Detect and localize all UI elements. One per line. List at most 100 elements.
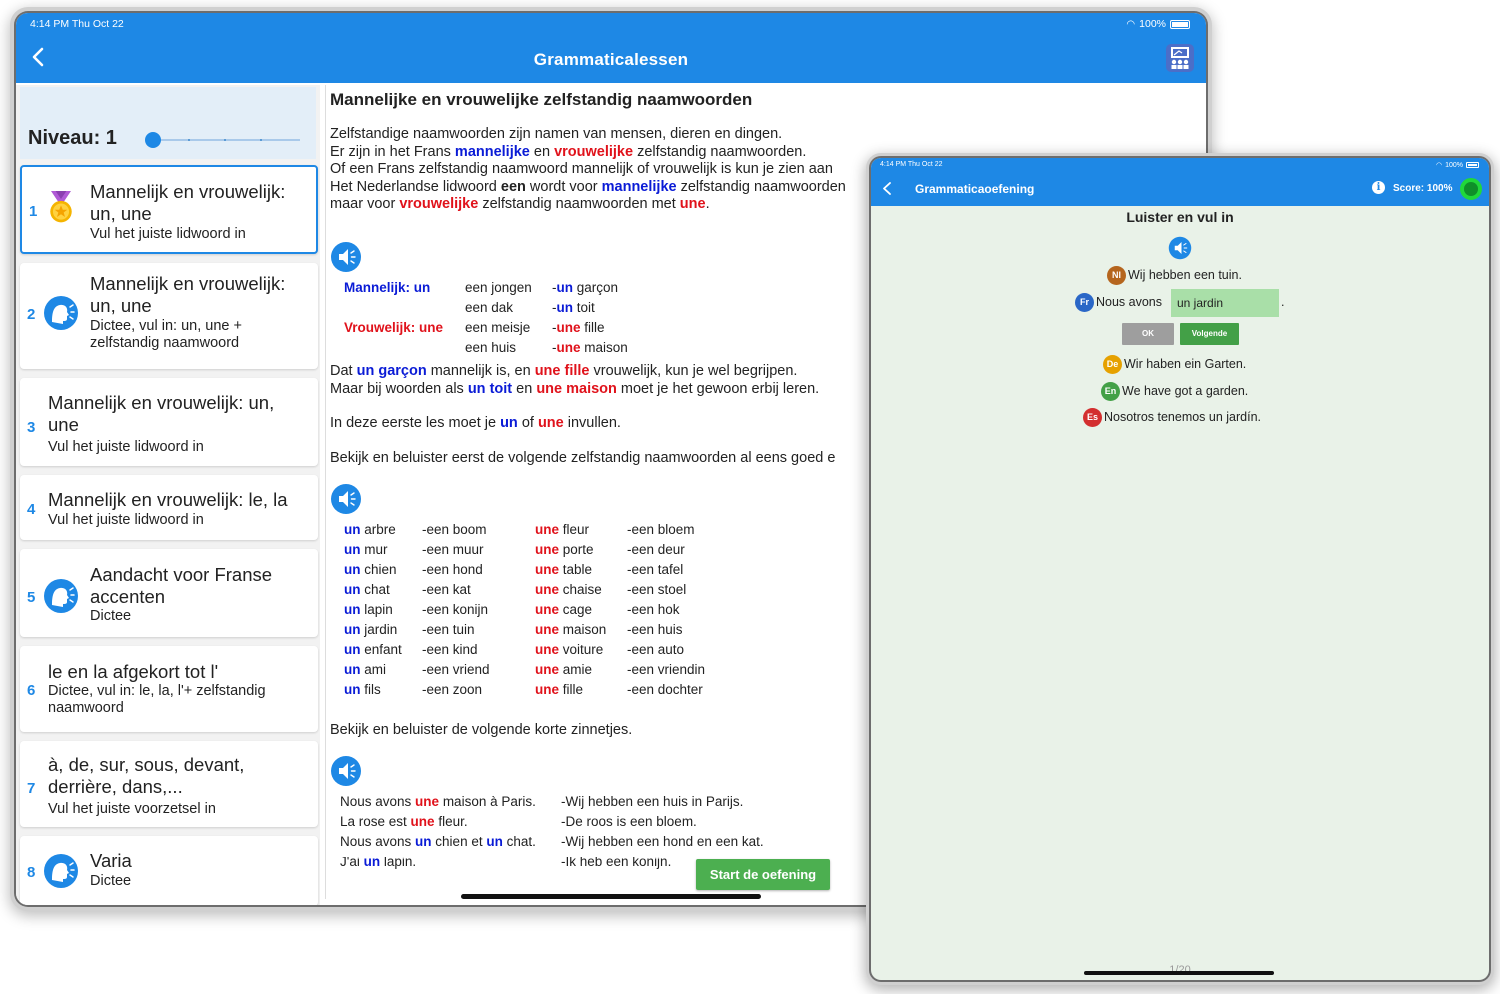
article: un — [344, 682, 361, 697]
vocab-french: une maison — [535, 622, 606, 637]
lesson-item-1[interactable]: 1 Mannelijk en vrouwelijk: un, une Vul h… — [20, 165, 318, 254]
text-masculine: un garçon — [356, 363, 427, 379]
level-slider-track[interactable] — [152, 139, 300, 141]
text: Dat — [330, 363, 357, 379]
vocab-french: un mur — [344, 542, 388, 557]
lesson-title: Mannelijk en vrouwelijk: un, une — [90, 273, 286, 316]
sentence-text: Nosotros tenemos un jardín. — [1104, 409, 1262, 424]
english-flag-icon: En — [1101, 382, 1120, 401]
score-label: Score: 100% — [1393, 183, 1453, 194]
app-bar: 4:14 PM Thu Oct 22 ◠ 100% Grammaticaless… — [16, 13, 1206, 83]
word: fleur — [559, 522, 590, 537]
lesson-number: 7 — [27, 780, 36, 797]
exercise-app-bar: 4:14 PM Thu Oct 22 ◠ 100% Grammaticaoefe… — [871, 158, 1489, 206]
lesson-number: 4 — [27, 501, 36, 518]
feminine-label: Vrouwelijk: une — [344, 320, 444, 335]
article: une — [535, 602, 560, 617]
vocab-dutch: -een vriendin — [627, 662, 706, 677]
sentence-end: . — [1281, 295, 1285, 309]
dutch-flag-icon: Nl — [1107, 266, 1126, 285]
article: un — [415, 834, 432, 849]
text: Er zijn in het Frans — [330, 143, 455, 160]
level-slider-thumb[interactable] — [145, 132, 161, 148]
word: mur — [360, 542, 388, 557]
ok-button[interactable]: OK — [1122, 323, 1174, 345]
sentence-french: Nous avons une maison à Paris. — [340, 794, 536, 809]
level-selector: Niveau: 1 — [20, 87, 316, 159]
article: une — [415, 794, 440, 809]
lesson-title: Mannelijk en vrouwelijk: un, une — [90, 181, 286, 224]
word: fille — [580, 320, 605, 335]
vocab-dutch: -een muur — [422, 542, 484, 557]
lesson-item-8[interactable]: 8 Varia Dictee — [20, 836, 318, 905]
next-button[interactable]: Volgende — [1180, 323, 1239, 345]
intro-line-5: maar voor vrouwelijke zelfstandig naamwo… — [330, 196, 710, 214]
lesson-item-4[interactable]: 4 Mannelijk en vrouwelijk: le, la Vul he… — [20, 475, 318, 540]
vocab-dutch: -een hok — [627, 602, 680, 617]
lesson-number: 8 — [27, 864, 36, 881]
speaker-icon[interactable] — [330, 755, 362, 787]
text: Maar bij woorden als — [330, 380, 468, 397]
article: une — [535, 562, 560, 577]
text: chien et — [431, 834, 487, 849]
vocab-french: un arbre — [344, 522, 396, 537]
speaker-icon[interactable] — [1168, 236, 1192, 260]
speaker-icon[interactable] — [330, 483, 362, 515]
lesson-title: le en la afgekort tot l' — [48, 661, 219, 682]
article: un — [344, 542, 361, 557]
start-exercise-button[interactable]: Start de oefening — [696, 859, 830, 890]
vocab-french: un ami — [344, 662, 386, 677]
sentence-text: We have got a garden. — [1122, 383, 1249, 398]
vocab-dutch: -een deur — [627, 542, 685, 557]
word: amie — [559, 662, 593, 677]
article: une — [535, 682, 560, 697]
lesson-item-7[interactable]: 7 à, de, sur, sous, devant, derrière, da… — [20, 741, 318, 827]
example-nl: een dak — [465, 300, 514, 315]
lesson-subtitle: Vul het juiste lidwoord in — [90, 226, 246, 242]
german-sentence: De Wir haben ein Garten. — [1103, 355, 1246, 374]
sentence-text: Nous avons — [1096, 294, 1163, 309]
lesson-sidebar: Niveau: 1 1 Mannelijk en vrouwelijk: un,… — [16, 85, 320, 905]
intro-line-3: Of een Frans zelfstandig naamwoord manne… — [330, 161, 833, 177]
speaker-icon[interactable] — [330, 241, 362, 273]
sentence-text: Wij hebben een tuin. — [1128, 267, 1242, 282]
text: zelfstandig naamwoorden — [676, 178, 846, 195]
lesson-item-3[interactable]: 3 Mannelijk en vrouwelijk: un, une Vul h… — [20, 378, 318, 466]
vocab-french: un chat — [344, 582, 390, 597]
lesson-number: 6 — [27, 682, 36, 699]
word: chat — [360, 582, 390, 597]
info-icon[interactable]: i — [1372, 181, 1385, 194]
word: ami — [360, 662, 387, 677]
lesson-item-5[interactable]: 5 Aandacht voor Franse accenten Dictee — [20, 549, 318, 637]
lesson-subtitle: Vul het juiste lidwoord in — [48, 439, 204, 455]
french-sentence: Fr Nous avons — [1075, 293, 1162, 312]
vocab-french: une voiture — [535, 642, 603, 657]
text: In deze eerste les moet je — [330, 415, 501, 431]
word: lapin — [360, 602, 393, 617]
text-feminine: une — [537, 415, 564, 431]
answer-input[interactable]: un jardin — [1171, 289, 1279, 317]
text-feminine: une maison — [536, 380, 617, 397]
word: fille — [559, 682, 584, 697]
vocab-french: une table — [535, 562, 592, 577]
slider-tick — [260, 139, 262, 141]
lesson-item-2[interactable]: 2 Mannelijk en vrouwelijk: un, une Dicte… — [20, 263, 318, 369]
text: vrouwelijk, kun je wel begrijpen. — [589, 363, 798, 379]
text: La rose est — [340, 814, 411, 829]
back-icon[interactable] — [881, 181, 893, 196]
para-3: In deze eerste les moet je un of une inv… — [330, 415, 621, 433]
lesson-subtitle: Vul het juiste lidwoord in — [48, 512, 204, 528]
intro-line-4: Het Nederlandse lidwoord een wordt voor … — [330, 179, 846, 197]
vocab-dutch: -een dochter — [627, 682, 703, 697]
word: maison — [559, 622, 607, 637]
lesson-item-6[interactable]: 6 le en la afgekort tot l' Dictee, vul i… — [20, 646, 318, 732]
text: moet je het gewoon erbij leren. — [616, 380, 820, 397]
article: une — [535, 582, 560, 597]
score-progress-ring — [1460, 178, 1482, 200]
wifi-icon: ◠ — [1126, 18, 1136, 30]
classroom-icon[interactable] — [1166, 44, 1194, 72]
article: un — [344, 642, 361, 657]
text-masculine: un toit — [467, 380, 513, 397]
lesson-subtitle: Vul het juiste voorzetsel in — [48, 801, 216, 817]
text-bold: een — [500, 178, 526, 195]
